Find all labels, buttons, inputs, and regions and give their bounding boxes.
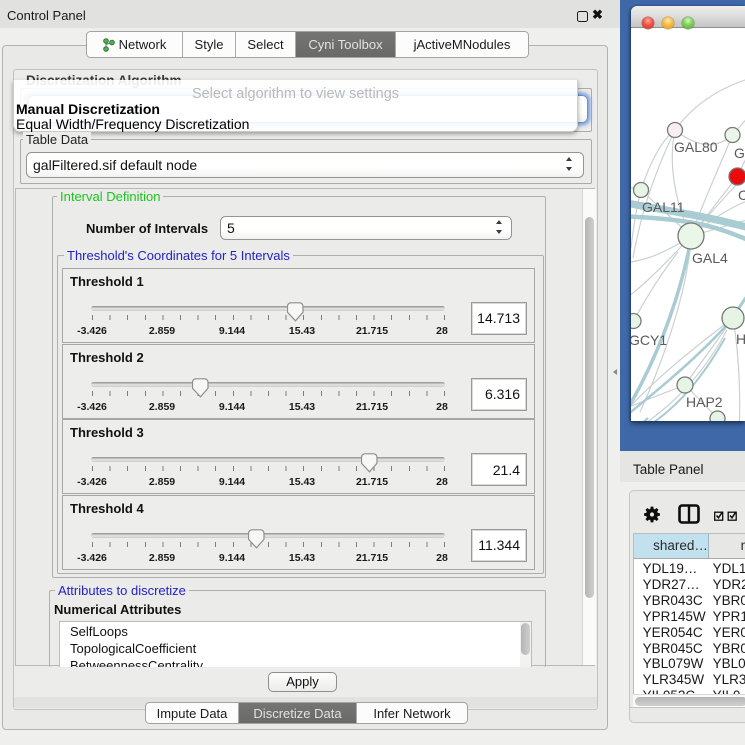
svg-text:GCY1: GCY1 (631, 332, 667, 348)
svg-text:GAL4: GAL4 (692, 250, 728, 266)
svg-text:GAL11: GAL11 (642, 199, 685, 215)
svg-text:GAL80: GAL80 (674, 139, 718, 155)
svg-text:H: H (736, 331, 745, 347)
svg-text:GA: GA (734, 145, 745, 161)
svg-text:HAP2: HAP2 (686, 394, 723, 410)
svg-text:C: C (738, 187, 745, 203)
